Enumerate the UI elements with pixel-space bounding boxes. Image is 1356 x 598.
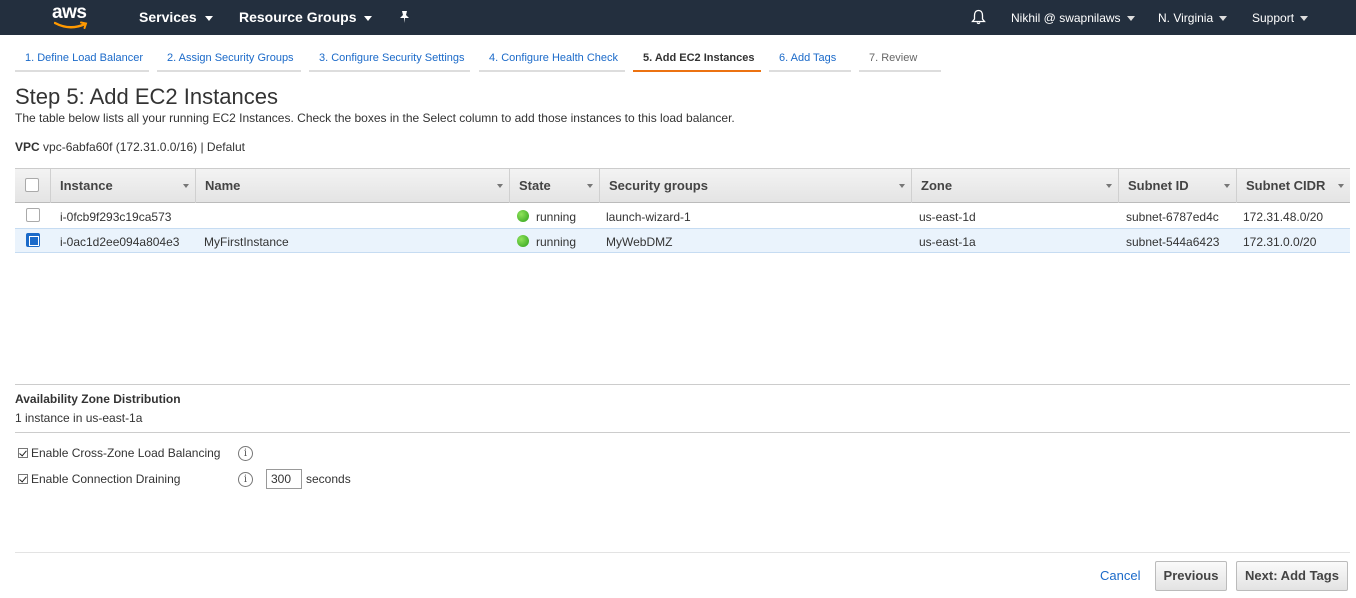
- chevron-down-icon: [1219, 16, 1228, 22]
- column-label: Subnet CIDR: [1246, 178, 1326, 193]
- cross-zone-checkbox[interactable]: [18, 448, 28, 458]
- chevron-down-icon: [204, 15, 213, 21]
- info-icon[interactable]: i: [238, 472, 253, 487]
- sort-icon: [183, 184, 189, 188]
- column-label: Zone: [921, 178, 953, 193]
- previous-button[interactable]: Previous: [1155, 561, 1227, 591]
- column-header-instance[interactable]: Instance: [50, 169, 195, 203]
- table-row[interactable]: i-0ac1d2ee094a804e3 MyFirstInstance runn…: [15, 228, 1350, 253]
- instance-id: i-0ac1d2ee094a804e3: [60, 235, 180, 249]
- pin-icon[interactable]: [398, 10, 411, 27]
- chevron-down-icon: [1300, 16, 1309, 22]
- next-add-tags-button[interactable]: Next: Add Tags: [1236, 561, 1348, 591]
- instance-name: MyFirstInstance: [204, 235, 289, 249]
- column-label: Subnet ID: [1128, 178, 1189, 193]
- divider: [15, 432, 1350, 433]
- running-status-icon: [517, 210, 529, 222]
- vpc-label: VPC: [15, 140, 40, 154]
- sort-icon: [899, 184, 905, 188]
- connection-draining-option[interactable]: Enable Connection Draining: [18, 472, 180, 486]
- connection-draining-label: Enable Connection Draining: [31, 472, 181, 486]
- page-title: Step 5: Add EC2 Instances: [15, 84, 278, 109]
- tab-review: 7. Review: [859, 45, 941, 72]
- page-description: The table below lists all your running E…: [15, 111, 735, 125]
- region-label: N. Virginia: [1158, 11, 1214, 25]
- column-header-zone[interactable]: Zone: [911, 169, 1118, 203]
- resource-groups-menu[interactable]: Resource Groups: [239, 9, 373, 25]
- cross-zone-label: Enable Cross-Zone Load Balancing: [31, 446, 221, 460]
- column-label: Security groups: [609, 178, 708, 193]
- sort-icon: [497, 184, 503, 188]
- instance-state: running: [536, 235, 577, 249]
- security-groups: MyWebDMZ: [606, 235, 673, 249]
- subnet-id: subnet-544a6423: [1126, 235, 1220, 249]
- subnet-id: subnet-6787ed4c: [1126, 210, 1219, 224]
- table-row[interactable]: i-0fcb9f293c19ca573 running launch-wizar…: [15, 204, 1350, 229]
- divider: [15, 384, 1350, 385]
- support-menu[interactable]: Support: [1252, 11, 1309, 25]
- column-header-subnet-id[interactable]: Subnet ID: [1118, 169, 1236, 203]
- cancel-button[interactable]: Cancel: [1100, 568, 1140, 583]
- divider: [15, 552, 1350, 553]
- instance-state: running: [536, 210, 577, 224]
- sort-icon: [587, 184, 593, 188]
- subnet-cidr: 172.31.48.0/20: [1243, 210, 1324, 224]
- row-select-checkbox[interactable]: [26, 208, 40, 222]
- services-menu[interactable]: Services: [139, 9, 213, 25]
- support-label: Support: [1252, 11, 1295, 25]
- aws-logo[interactable]: aws: [52, 2, 92, 32]
- sort-icon: [1224, 184, 1230, 188]
- instances-table-header: Instance Name State Security groups Zone…: [15, 168, 1350, 203]
- column-label: Name: [205, 178, 241, 193]
- services-label: Services: [139, 9, 197, 25]
- column-header-subnet-cidr[interactable]: Subnet CIDR: [1236, 169, 1350, 203]
- user-label: Nikhil @ swapnilaws: [1011, 11, 1121, 25]
- vpc-value: vpc-6abfa60f (172.31.0.0/16) | Defalut: [43, 140, 245, 154]
- tab-assign-security-groups[interactable]: 2. Assign Security Groups: [157, 45, 301, 72]
- connection-draining-checkbox[interactable]: [18, 474, 28, 484]
- tab-configure-security-settings[interactable]: 3. Configure Security Settings: [309, 45, 470, 72]
- subnet-cidr: 172.31.0.0/20: [1243, 235, 1317, 249]
- bell-icon[interactable]: [971, 9, 986, 28]
- cross-zone-option[interactable]: Enable Cross-Zone Load Balancing: [18, 446, 220, 460]
- tab-add-tags[interactable]: 6. Add Tags: [769, 45, 851, 72]
- draining-timeout-input[interactable]: [266, 469, 302, 489]
- az-distribution-title: Availability Zone Distribution: [15, 392, 181, 406]
- vpc-info: VPC vpc-6abfa60f (172.31.0.0/16) | Defal…: [15, 140, 245, 154]
- sort-icon: [1106, 184, 1112, 188]
- tab-configure-health-check[interactable]: 4. Configure Health Check: [479, 45, 625, 72]
- running-status-icon: [517, 235, 529, 247]
- security-groups: launch-wizard-1: [606, 210, 691, 224]
- instance-id: i-0fcb9f293c19ca573: [60, 210, 172, 224]
- column-label: Instance: [60, 178, 113, 193]
- column-header-security-groups[interactable]: Security groups: [599, 169, 911, 203]
- info-icon[interactable]: i: [238, 446, 253, 461]
- column-header-state[interactable]: State: [509, 169, 599, 203]
- resource-groups-label: Resource Groups: [239, 9, 357, 25]
- user-menu[interactable]: Nikhil @ swapnilaws: [1011, 11, 1135, 25]
- sort-icon: [1338, 184, 1344, 188]
- chevron-down-icon: [364, 15, 373, 21]
- region-menu[interactable]: N. Virginia: [1158, 11, 1228, 25]
- tab-add-ec2-instances[interactable]: 5. Add EC2 Instances: [633, 45, 761, 72]
- aws-smile-icon: [54, 21, 88, 29]
- tab-define-load-balancer[interactable]: 1. Define Load Balancer: [15, 45, 149, 72]
- az-distribution-summary: 1 instance in us-east-1a: [15, 411, 143, 425]
- zone: us-east-1a: [919, 235, 976, 249]
- column-label: State: [519, 178, 551, 193]
- select-all-checkbox[interactable]: [25, 178, 39, 192]
- zone: us-east-1d: [919, 210, 976, 224]
- top-navigation-bar: aws Services Resource Groups Nikhil @ sw…: [0, 0, 1356, 35]
- row-select-checkbox[interactable]: [26, 233, 40, 247]
- column-header-name[interactable]: Name: [195, 169, 509, 203]
- chevron-down-icon: [1126, 16, 1135, 22]
- seconds-label: seconds: [306, 472, 351, 486]
